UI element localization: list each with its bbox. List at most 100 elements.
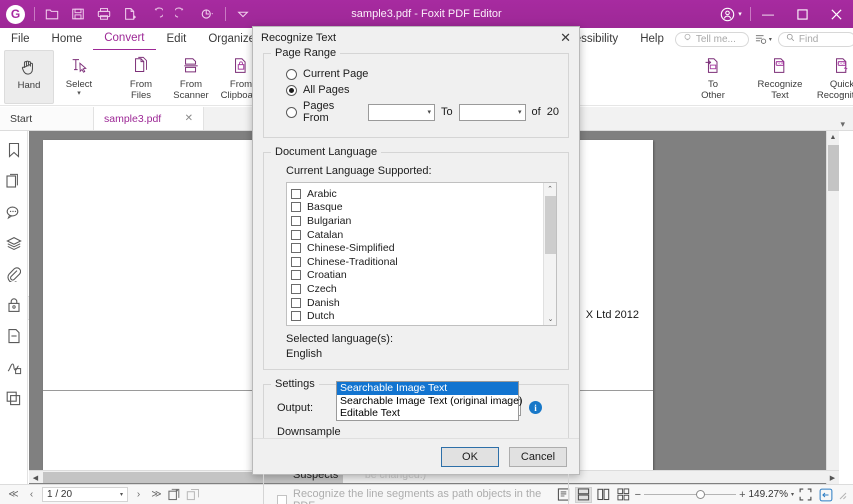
maximize-button[interactable]: [785, 0, 819, 28]
close-icon[interactable]: ✕: [185, 113, 193, 124]
radio-all-pages[interactable]: All Pages: [286, 84, 559, 96]
from-scanner-button[interactable]: From Scanner: [166, 50, 216, 104]
language-item[interactable]: Chinese-Traditional: [291, 255, 556, 269]
language-item[interactable]: Czech: [291, 282, 556, 296]
undo-icon[interactable]: [144, 3, 168, 25]
zoom-dropdown-icon[interactable]: ▾: [791, 491, 794, 498]
chevron-down-icon[interactable]: ▾: [120, 491, 123, 498]
comments-icon[interactable]: [5, 203, 23, 221]
continuous-facing-view-icon[interactable]: [615, 487, 632, 503]
radio-pages-from[interactable]: Pages From ▾ To ▾ of 20: [286, 100, 559, 124]
customize-qat-icon[interactable]: [231, 3, 255, 25]
pages-from-select[interactable]: ▾: [368, 103, 436, 121]
open-icon[interactable]: [40, 3, 64, 25]
recognize-text-button[interactable]: OCR Recognize Text: [750, 50, 810, 104]
facing-view-icon[interactable]: [595, 487, 612, 503]
checkbox[interactable]: [291, 283, 301, 294]
language-item[interactable]: Chinese-Simplified: [291, 241, 556, 255]
language-item[interactable]: Catalan: [291, 228, 556, 242]
menu-item-convert[interactable]: Convert: [93, 27, 156, 51]
continuous-view-icon[interactable]: [574, 486, 592, 503]
zoom-out-button[interactable]: −: [635, 489, 641, 501]
touch-mode-icon[interactable]: [196, 3, 220, 25]
checkbox[interactable]: [291, 297, 301, 308]
language-item[interactable]: Arabic: [291, 187, 556, 201]
output-option-editable-text[interactable]: Editable Text: [337, 407, 518, 420]
from-files-button[interactable]: From Files ▾: [116, 50, 166, 104]
fields-icon[interactable]: [5, 327, 23, 345]
first-page-button[interactable]: ≪: [6, 487, 21, 502]
checkbox[interactable]: [291, 270, 301, 281]
checkbox[interactable]: [291, 243, 301, 254]
find-input[interactable]: Find: [777, 31, 853, 47]
checkbox[interactable]: [291, 256, 301, 267]
zoom-track[interactable]: [644, 490, 737, 499]
checkbox[interactable]: [291, 188, 301, 199]
cancel-button[interactable]: Cancel: [509, 446, 567, 467]
menu-item-help[interactable]: Help: [629, 28, 675, 50]
stamps-icon[interactable]: [5, 389, 23, 407]
language-item[interactable]: Danish: [291, 296, 556, 310]
rotate-view-icon[interactable]: [185, 487, 200, 502]
search-filter-button[interactable]: ▾: [755, 34, 772, 45]
page-number-input[interactable]: 1 / 20 ▾: [42, 487, 128, 502]
ok-button[interactable]: OK: [441, 446, 499, 467]
digital-signatures-icon[interactable]: [5, 358, 23, 376]
checkbox[interactable]: [291, 215, 301, 226]
checkbox[interactable]: [291, 311, 301, 322]
pages-to-select[interactable]: ▾: [458, 103, 526, 121]
zoom-in-button[interactable]: +: [739, 489, 745, 501]
fit-page-icon[interactable]: [167, 487, 182, 502]
output-option-searchable-image-text[interactable]: Searchable Image Text: [337, 382, 518, 395]
next-page-button[interactable]: ›: [131, 487, 146, 502]
tell-me-input[interactable]: Tell me...: [674, 31, 749, 47]
language-list-scrollbar[interactable]: ⌃ ⌄: [543, 183, 556, 325]
radio-button-selected[interactable]: [286, 84, 297, 96]
select-tool-button[interactable]: Select ▾: [54, 50, 104, 104]
menu-item-file[interactable]: File: [0, 28, 41, 50]
scroll-up-icon[interactable]: ⌃: [544, 183, 556, 195]
print-icon[interactable]: [92, 3, 116, 25]
checkbox[interactable]: [291, 202, 301, 213]
language-item[interactable]: Dutch: [291, 309, 556, 323]
vertical-scroll-thumb[interactable]: [828, 145, 839, 191]
language-item[interactable]: Croatian: [291, 269, 556, 283]
layers-icon[interactable]: [5, 234, 23, 252]
output-dropdown-list[interactable]: Searchable Image Text Searchable Image T…: [336, 381, 522, 421]
last-page-button[interactable]: ≫: [149, 487, 164, 502]
chevron-down-icon[interactable]: ▾: [77, 90, 81, 97]
radio-button[interactable]: [286, 68, 297, 80]
info-icon[interactable]: i: [529, 401, 542, 414]
radio-current-page[interactable]: Current Page: [286, 68, 559, 80]
minimize-button[interactable]: —: [751, 0, 785, 28]
scroll-up-icon[interactable]: ▲: [827, 131, 839, 144]
previous-page-button[interactable]: ‹: [24, 487, 39, 502]
bookmarks-icon[interactable]: [5, 141, 23, 159]
zoom-level-value[interactable]: 149.27%: [749, 489, 788, 500]
vertical-scrollbar[interactable]: ▲ ▼: [826, 131, 839, 484]
resize-grip-icon[interactable]: [837, 490, 847, 500]
tab-sample3-pdf[interactable]: sample3.pdf ✕: [94, 107, 204, 130]
account-icon[interactable]: ▾: [712, 0, 750, 28]
dialog-close-icon[interactable]: ✕: [560, 31, 571, 44]
language-item[interactable]: Bulgarian: [291, 214, 556, 228]
menu-item-home[interactable]: Home: [41, 28, 94, 50]
quick-recognition-button[interactable]: OCR Quick Recognition: [810, 50, 853, 104]
page-thumbnails-icon[interactable]: [5, 172, 23, 190]
menu-item-edit[interactable]: Edit: [156, 28, 198, 50]
read-mode-icon[interactable]: [817, 487, 834, 503]
attachments-icon[interactable]: [5, 265, 23, 283]
redo-icon[interactable]: [170, 3, 194, 25]
radio-button[interactable]: [286, 106, 297, 118]
output-option-searchable-image-text-original[interactable]: Searchable Image Text (original image): [337, 395, 522, 408]
tab-start[interactable]: Start: [0, 107, 94, 130]
security-icon[interactable]: [5, 296, 23, 314]
language-scroll-thumb[interactable]: [545, 196, 556, 254]
scroll-left-icon[interactable]: ◀: [29, 471, 42, 484]
zoom-knob[interactable]: [696, 490, 706, 499]
hand-tool-button[interactable]: Hand: [4, 50, 54, 104]
fullscreen-icon[interactable]: [797, 487, 814, 503]
save-icon[interactable]: [66, 3, 90, 25]
scroll-right-icon[interactable]: ▶: [826, 471, 839, 484]
create-pdf-icon[interactable]: [118, 3, 142, 25]
